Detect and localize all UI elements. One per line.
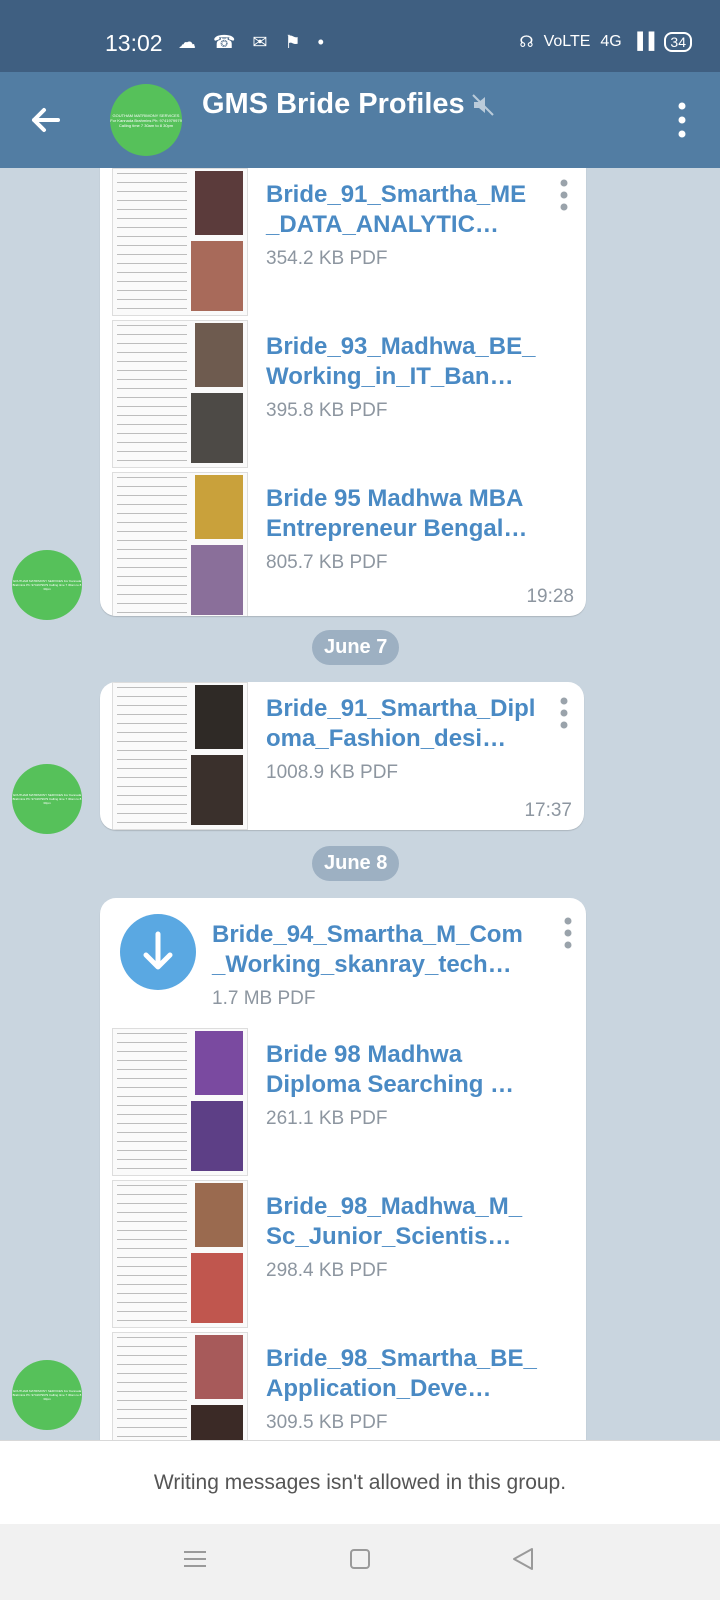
document-item[interactable]: Bride_98_Madhwa_M_ Sc_Junior_Scientis… 2… bbox=[100, 1180, 586, 1332]
document-thumbnail bbox=[112, 168, 248, 316]
sender-avatar[interactable]: GOUTHAM MATRIMONY SERVICES For Kannada B… bbox=[12, 1360, 82, 1430]
network-4g-icon: 4G bbox=[600, 33, 622, 50]
document-item[interactable]: Bride 95 Madhwa MBA Entrepreneur Bengal…… bbox=[100, 472, 586, 616]
document-menu-icon[interactable] bbox=[558, 696, 570, 730]
document-thumbnail bbox=[112, 1180, 248, 1328]
home-icon[interactable] bbox=[345, 1544, 375, 1574]
date-chip: June 7 bbox=[312, 630, 400, 665]
group-title[interactable]: GMS Bride Profiles bbox=[202, 88, 465, 121]
battery-icon: 34 bbox=[664, 32, 692, 52]
document-name[interactable]: Bride_93_Madhwa_BE_ Working_in_IT_Ban… bbox=[266, 332, 556, 392]
document-thumbnail bbox=[112, 320, 248, 468]
document-thumbnail bbox=[112, 1028, 248, 1176]
back-nav-icon[interactable] bbox=[508, 1544, 538, 1574]
document-size: 261.1 KB PDF bbox=[266, 1108, 388, 1129]
more-options-icon[interactable] bbox=[672, 100, 692, 140]
document-item[interactable]: Bride_91_Smartha_ME _DATA_ANALYTIC… 354.… bbox=[100, 168, 586, 320]
document-name[interactable]: Bride_98_Smartha_BE_ Application_Deve… bbox=[266, 1344, 556, 1404]
document-size: 298.4 KB PDF bbox=[266, 1260, 388, 1281]
document-menu-icon[interactable] bbox=[562, 916, 574, 950]
message-bubble[interactable]: Bride_91_Smartha_ME _DATA_ANALYTIC… 354.… bbox=[100, 168, 586, 616]
document-name[interactable]: Bride_98_Madhwa_M_ Sc_Junior_Scientis… bbox=[266, 1192, 556, 1252]
document-thumbnail bbox=[112, 1332, 248, 1440]
document-item[interactable]: Bride_91_Smartha_Dipl oma_Fashion_desi… … bbox=[100, 682, 584, 830]
document-size: 805.7 KB PDF bbox=[266, 552, 388, 573]
document-name[interactable]: Bride_91_Smartha_ME _DATA_ANALYTIC… bbox=[266, 180, 556, 240]
document-name[interactable]: Bride_91_Smartha_Dipl oma_Fashion_desi… bbox=[266, 694, 556, 754]
sender-avatar[interactable]: GOUTHAM MATRIMONY SERVICES For Kannada B… bbox=[12, 550, 82, 620]
notification-icons: ☁ ☎ ✉ ⚑ • bbox=[178, 32, 330, 52]
muted-icon bbox=[472, 94, 494, 116]
document-name[interactable]: Bride_94_Smartha_M_Com _Working_skanray_… bbox=[212, 920, 542, 980]
document-name[interactable]: Bride 95 Madhwa MBA Entrepreneur Bengal… bbox=[266, 484, 556, 544]
document-size: 309.5 KB PDF bbox=[266, 1412, 388, 1433]
message-time: 17:37 bbox=[524, 800, 572, 821]
sender-avatar[interactable]: GOUTHAM MATRIMONY SERVICES For Kannada B… bbox=[12, 764, 82, 834]
document-item[interactable]: Bride_93_Madhwa_BE_ Working_in_IT_Ban… 3… bbox=[100, 320, 586, 472]
chat-area[interactable]: Bride_91_Smartha_ME _DATA_ANALYTIC… 354.… bbox=[0, 168, 720, 1440]
message-bubble[interactable]: Bride_91_Smartha_Dipl oma_Fashion_desi… … bbox=[100, 682, 584, 830]
document-size: 1.7 MB PDF bbox=[212, 988, 316, 1009]
message-time: 19:28 bbox=[526, 586, 574, 607]
navigation-bar bbox=[0, 1524, 720, 1600]
system-icons: ☊ VoLTE 4G ▐▐ 34 bbox=[519, 32, 692, 52]
document-item[interactable]: Bride 98 Madhwa Diploma Searching … 261.… bbox=[100, 1028, 586, 1180]
date-chip: June 8 bbox=[312, 846, 400, 881]
document-thumbnail bbox=[112, 682, 248, 830]
restricted-notice: Writing messages isn't allowed in this g… bbox=[0, 1440, 720, 1525]
chat-header: GOUTHAM MATRIMONY SERVICES For Kannada B… bbox=[0, 72, 720, 168]
document-menu-icon[interactable] bbox=[558, 178, 570, 212]
menu-icon[interactable] bbox=[180, 1544, 210, 1574]
document-name[interactable]: Bride 98 Madhwa Diploma Searching … bbox=[266, 1040, 556, 1100]
headset-icon: ☊ bbox=[519, 34, 534, 51]
signal-icon: ▐▐ bbox=[631, 33, 655, 50]
back-arrow-icon[interactable] bbox=[24, 98, 68, 142]
download-arrow-icon bbox=[143, 931, 173, 970]
document-size: 354.2 KB PDF bbox=[266, 248, 388, 269]
group-avatar[interactable]: GOUTHAM MATRIMONY SERVICES For Kannada B… bbox=[110, 84, 182, 156]
document-thumbnail bbox=[112, 472, 248, 616]
status-bar: 13:02 ☁ ☎ ✉ ⚑ • ☊ VoLTE 4G ▐▐ 34 bbox=[0, 0, 720, 72]
status-time: 13:02 bbox=[105, 30, 163, 56]
document-size: 395.8 KB PDF bbox=[266, 400, 388, 421]
document-size: 1008.9 KB PDF bbox=[266, 762, 399, 783]
document-item[interactable]: Bride_98_Smartha_BE_ Application_Deve… 3… bbox=[100, 1332, 586, 1440]
download-button[interactable] bbox=[120, 914, 196, 990]
volte-icon: VoLTE bbox=[543, 33, 591, 50]
message-bubble[interactable]: Bride_94_Smartha_M_Com _Working_skanray_… bbox=[100, 898, 586, 1440]
